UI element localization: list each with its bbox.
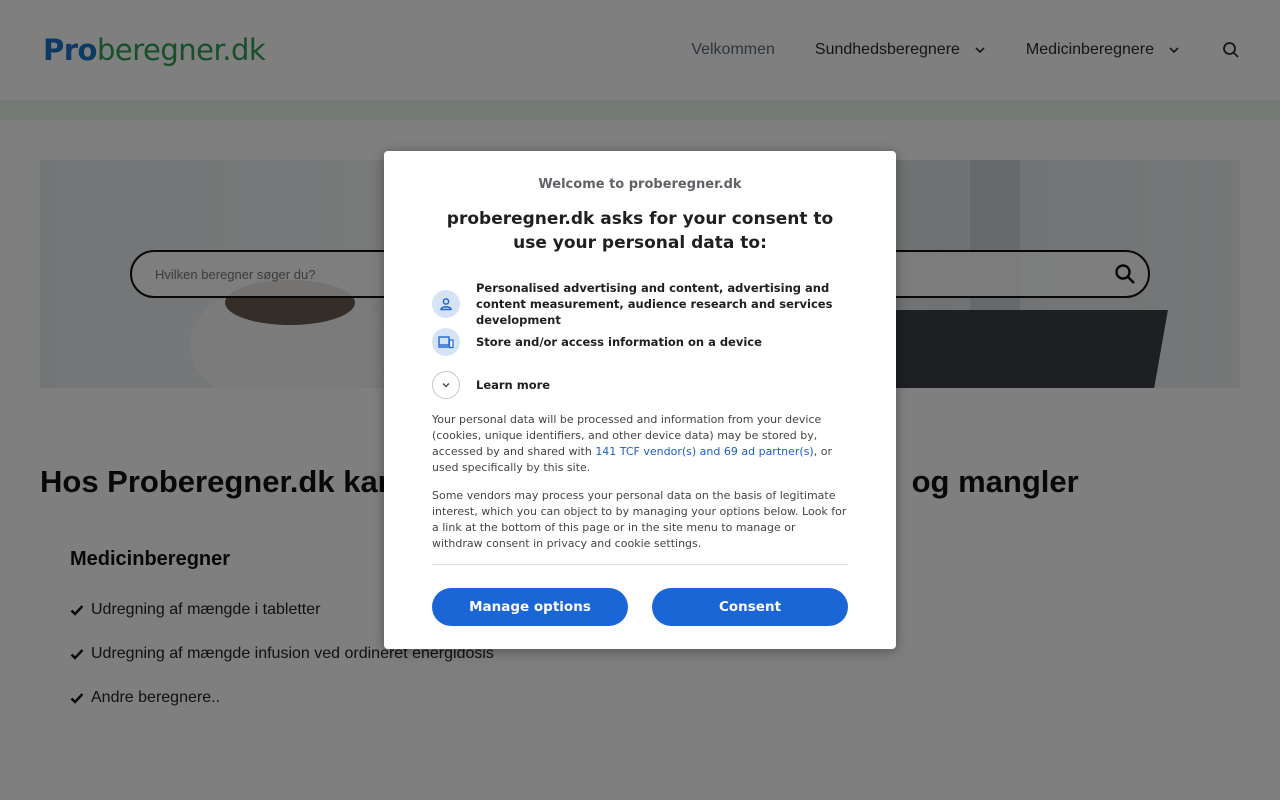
purpose-text: Store and/or access information on a dev… xyxy=(476,335,762,349)
chevron-down-icon[interactable] xyxy=(432,371,460,399)
purpose-item-personalised: Personalised advertising and content, ad… xyxy=(432,280,848,328)
manage-options-button[interactable]: Manage options xyxy=(432,588,628,626)
consent-dialog: Welcome to proberegner.dk proberegner.dk… xyxy=(384,151,896,649)
purpose-item-device: Store and/or access information on a dev… xyxy=(432,328,848,356)
learn-more-label: Learn more xyxy=(476,378,551,392)
person-icon xyxy=(432,290,460,318)
consent-button[interactable]: Consent xyxy=(652,588,848,626)
consent-title: proberegner.dk asks for your consent to … xyxy=(446,209,834,253)
vendors-link[interactable]: 141 TCF vendor(s) and 69 ad partner(s) xyxy=(595,445,813,458)
learn-more-toggle[interactable]: Learn more xyxy=(432,371,848,399)
divider xyxy=(432,564,848,565)
consent-welcome: Welcome to proberegner.dk xyxy=(538,177,742,192)
consent-paragraph: Some vendors may process your personal d… xyxy=(432,489,847,550)
devices-icon xyxy=(432,328,460,356)
purpose-text: Personalised advertising and content, ad… xyxy=(476,281,833,327)
consent-paragraph: Your personal data will be processed and… xyxy=(432,412,848,476)
